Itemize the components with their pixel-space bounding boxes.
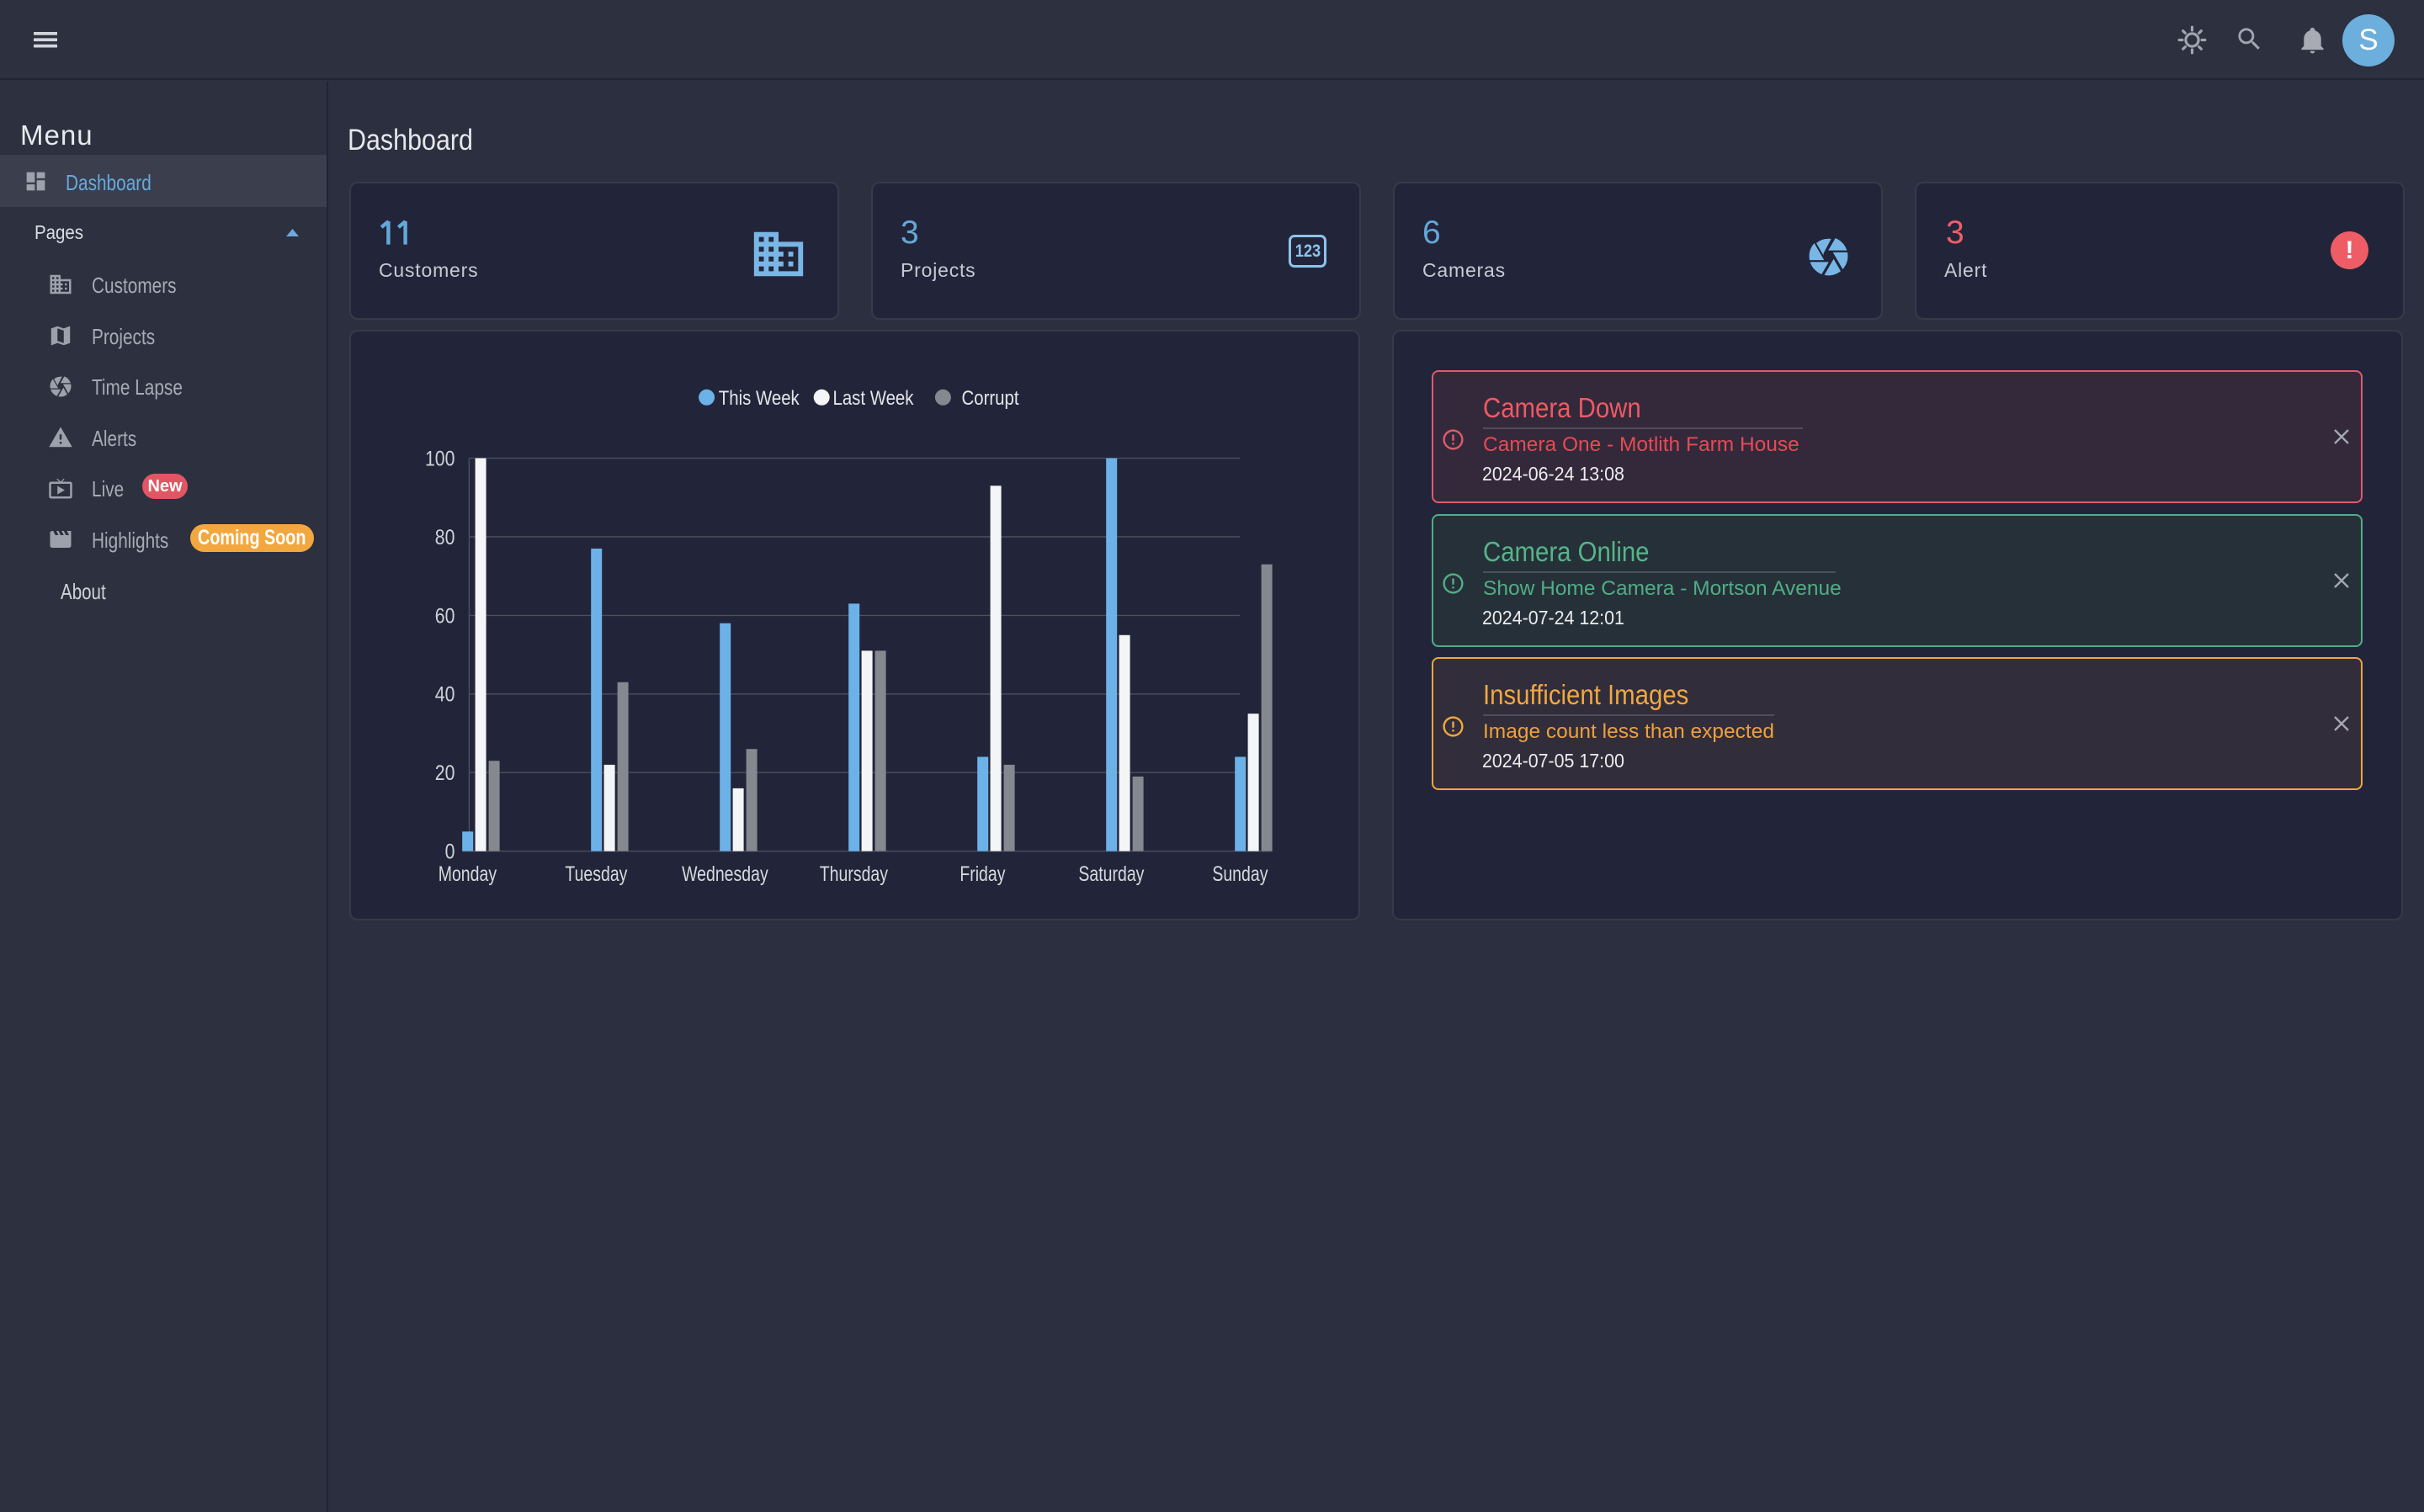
svg-text:Corrupt: Corrupt: [962, 386, 1020, 409]
svg-text:Thursday: Thursday: [820, 862, 889, 886]
svg-text:Saturday: Saturday: [1078, 862, 1145, 886]
svg-text:40: 40: [435, 682, 455, 706]
svg-text:80: 80: [435, 525, 455, 549]
svg-text:Friday: Friday: [960, 862, 1006, 886]
svg-text:60: 60: [435, 604, 455, 628]
svg-text:Wednesday: Wednesday: [682, 862, 768, 886]
svg-text:0: 0: [445, 840, 455, 863]
svg-text:Monday: Monday: [439, 862, 497, 886]
svg-text:Last Week: Last Week: [833, 386, 915, 409]
svg-text:Tuesday: Tuesday: [565, 862, 628, 886]
svg-text:Sunday: Sunday: [1212, 862, 1268, 886]
svg-text:This Week: This Week: [719, 386, 800, 409]
svg-text:100: 100: [425, 447, 454, 470]
svg-text:20: 20: [435, 761, 455, 784]
